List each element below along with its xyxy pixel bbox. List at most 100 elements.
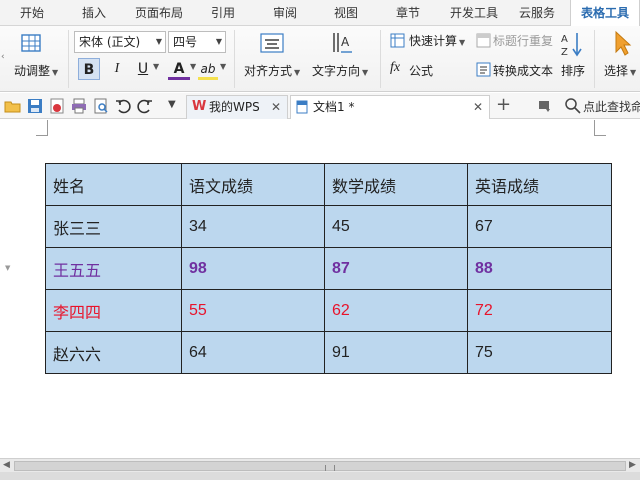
- undo-icon[interactable]: [114, 97, 132, 115]
- ribbon-scroll-left-icon[interactable]: ‹: [1, 52, 5, 62]
- convert-to-text-button[interactable]: 转换成文本: [493, 62, 553, 79]
- underline-button[interactable]: U: [132, 58, 154, 80]
- svg-text:Z: Z: [561, 47, 568, 58]
- italic-button[interactable]: I: [106, 58, 128, 80]
- close-tab-icon[interactable]: ✕: [271, 96, 281, 118]
- english-score-cell[interactable]: 72: [467, 289, 612, 332]
- document-canvas[interactable]: ▼ 姓名 语文成绩 数学成绩 英语成绩 张三三 34 45 67 王五五 98 …: [0, 120, 640, 458]
- header-cell[interactable]: 数学成绩: [324, 163, 468, 206]
- math-score-cell[interactable]: 62: [324, 289, 468, 332]
- formula-icon: fx: [390, 60, 401, 75]
- select-button[interactable]: 选择 ▼: [604, 62, 636, 79]
- horizontal-scrollbar[interactable]: ◀ ▶: [0, 458, 640, 472]
- table-row: 赵六六 64 91 75: [45, 331, 612, 374]
- search-icon: [565, 98, 581, 114]
- redo-icon[interactable]: [136, 97, 154, 115]
- chinese-score-cell[interactable]: 64: [181, 331, 325, 374]
- new-tab-plus-icon[interactable]: +: [496, 94, 511, 115]
- table-row: 李四四 55 62 72: [45, 289, 612, 332]
- align-button[interactable]: 对齐方式 ▼: [244, 62, 300, 79]
- scrollbar-grip-icon: [325, 465, 335, 471]
- name-cell[interactable]: 李四四: [45, 289, 182, 332]
- table-adjust-icon[interactable]: [20, 32, 42, 54]
- status-bar: [0, 472, 640, 480]
- tab-cloud-service[interactable]: 云服务: [512, 0, 562, 26]
- command-search-input[interactable]: 点此查找命: [583, 98, 640, 115]
- chinese-score-cell[interactable]: 98: [181, 247, 325, 290]
- tab-insert[interactable]: 插入: [70, 0, 118, 26]
- name-cell[interactable]: 张三三: [45, 205, 182, 248]
- select-cursor-icon[interactable]: [612, 30, 632, 56]
- tab-chapter[interactable]: 章节: [385, 0, 431, 26]
- print-icon[interactable]: [70, 97, 88, 115]
- bold-button[interactable]: B: [78, 58, 100, 80]
- math-score-cell[interactable]: 87: [324, 247, 468, 290]
- qat-more-dropdown-icon[interactable]: ▼: [168, 99, 176, 110]
- close-tab-icon[interactable]: ✕: [473, 96, 483, 118]
- math-score-cell[interactable]: 91: [324, 331, 468, 374]
- english-score-cell[interactable]: 88: [467, 247, 612, 290]
- scroll-left-arrow-icon[interactable]: ◀: [3, 460, 10, 470]
- export-pdf-icon[interactable]: [48, 97, 66, 115]
- repeat-header-button[interactable]: 标题行重复: [493, 32, 553, 49]
- print-preview-icon[interactable]: [92, 97, 110, 115]
- english-score-cell[interactable]: 75: [467, 331, 612, 374]
- grades-table[interactable]: 姓名 语文成绩 数学成绩 英语成绩 张三三 34 45 67 王五五 98 87…: [45, 163, 612, 374]
- name-cell[interactable]: 赵六六: [45, 331, 182, 374]
- quick-access-toolbar: ▼ W 我的WPS ✕ 文档1 * ✕ + 点此查找命: [0, 93, 640, 119]
- table-row: 王五五 98 87 88: [45, 247, 612, 290]
- text-direction-button[interactable]: 文字方向 ▼: [312, 62, 368, 79]
- row-marker-icon: ▼: [5, 264, 11, 272]
- english-score-cell[interactable]: 67: [467, 205, 612, 248]
- font-size-select[interactable]: 四号 ▼: [168, 31, 226, 53]
- font-color-dropdown-icon[interactable]: ▼: [190, 62, 196, 71]
- math-score-cell[interactable]: 45: [324, 205, 468, 248]
- table-row: 张三三 34 45 67: [45, 205, 612, 248]
- formula-button[interactable]: 公式: [409, 62, 433, 79]
- chinese-score-cell[interactable]: 34: [181, 205, 325, 248]
- auto-adjust-button[interactable]: 动调整 ▼: [14, 62, 58, 79]
- scrollbar-thumb[interactable]: [14, 461, 626, 471]
- name-cell[interactable]: 王五五: [45, 247, 182, 290]
- align-icon[interactable]: [260, 32, 284, 54]
- save-icon[interactable]: [26, 97, 44, 115]
- tab-list-icon[interactable]: [536, 97, 554, 115]
- wps-logo-icon: W: [192, 99, 207, 114]
- header-cell[interactable]: 姓名: [45, 163, 182, 206]
- scroll-right-arrow-icon[interactable]: ▶: [629, 460, 636, 470]
- page-corner-mark: [36, 120, 48, 136]
- ribbon-divider: [594, 30, 595, 88]
- sort-icon[interactable]: A Z: [560, 30, 584, 58]
- quick-calc-icon: [390, 33, 405, 48]
- tab-page-layout[interactable]: 页面布局: [128, 0, 190, 26]
- underline-dropdown-icon[interactable]: ▼: [153, 62, 159, 71]
- tab-table-tools[interactable]: 表格工具: [570, 0, 640, 27]
- sort-button[interactable]: 排序: [561, 62, 585, 79]
- document-icon: [296, 100, 308, 114]
- tab-my-wps[interactable]: W 我的WPS ✕: [186, 95, 288, 119]
- highlight-button[interactable]: ab: [198, 58, 218, 80]
- ribbon-tab-bar: 开始 插入 页面布局 引用 审阅 视图 章节 开发工具 云服务 表格工具: [0, 0, 640, 27]
- font-name-select[interactable]: 宋体 (正文) ▼: [74, 31, 166, 53]
- tab-developer[interactable]: 开发工具: [444, 0, 504, 26]
- tab-view[interactable]: 视图: [323, 0, 369, 26]
- highlight-dropdown-icon[interactable]: ▼: [220, 62, 226, 71]
- tab-review[interactable]: 审阅: [262, 0, 308, 26]
- header-cell[interactable]: 英语成绩: [467, 163, 612, 206]
- convert-to-text-icon: [476, 62, 491, 77]
- tab-references[interactable]: 引用: [200, 0, 246, 26]
- ribbon-divider: [68, 30, 69, 88]
- open-folder-icon[interactable]: [4, 97, 22, 115]
- svg-text:A: A: [561, 34, 568, 45]
- header-cell[interactable]: 语文成绩: [181, 163, 325, 206]
- chinese-score-cell[interactable]: 55: [181, 289, 325, 332]
- quick-calc-button[interactable]: 快速计算 ▼: [409, 32, 465, 49]
- table-header-row: 姓名 语文成绩 数学成绩 英语成绩: [45, 163, 612, 206]
- tab-home[interactable]: 开始: [8, 0, 56, 26]
- font-color-button[interactable]: A: [168, 58, 190, 80]
- ribbon-toolbar: ‹ 动调整 ▼ 宋体 (正文) ▼ 四号 ▼ B I U ▼ A ▼ ab ▼ 对齐方…: [0, 26, 640, 92]
- page-corner-mark: [594, 120, 606, 136]
- ribbon-divider: [380, 30, 381, 88]
- text-direction-icon[interactable]: A: [330, 30, 354, 56]
- tab-document-1[interactable]: 文档1 * ✕: [290, 95, 490, 119]
